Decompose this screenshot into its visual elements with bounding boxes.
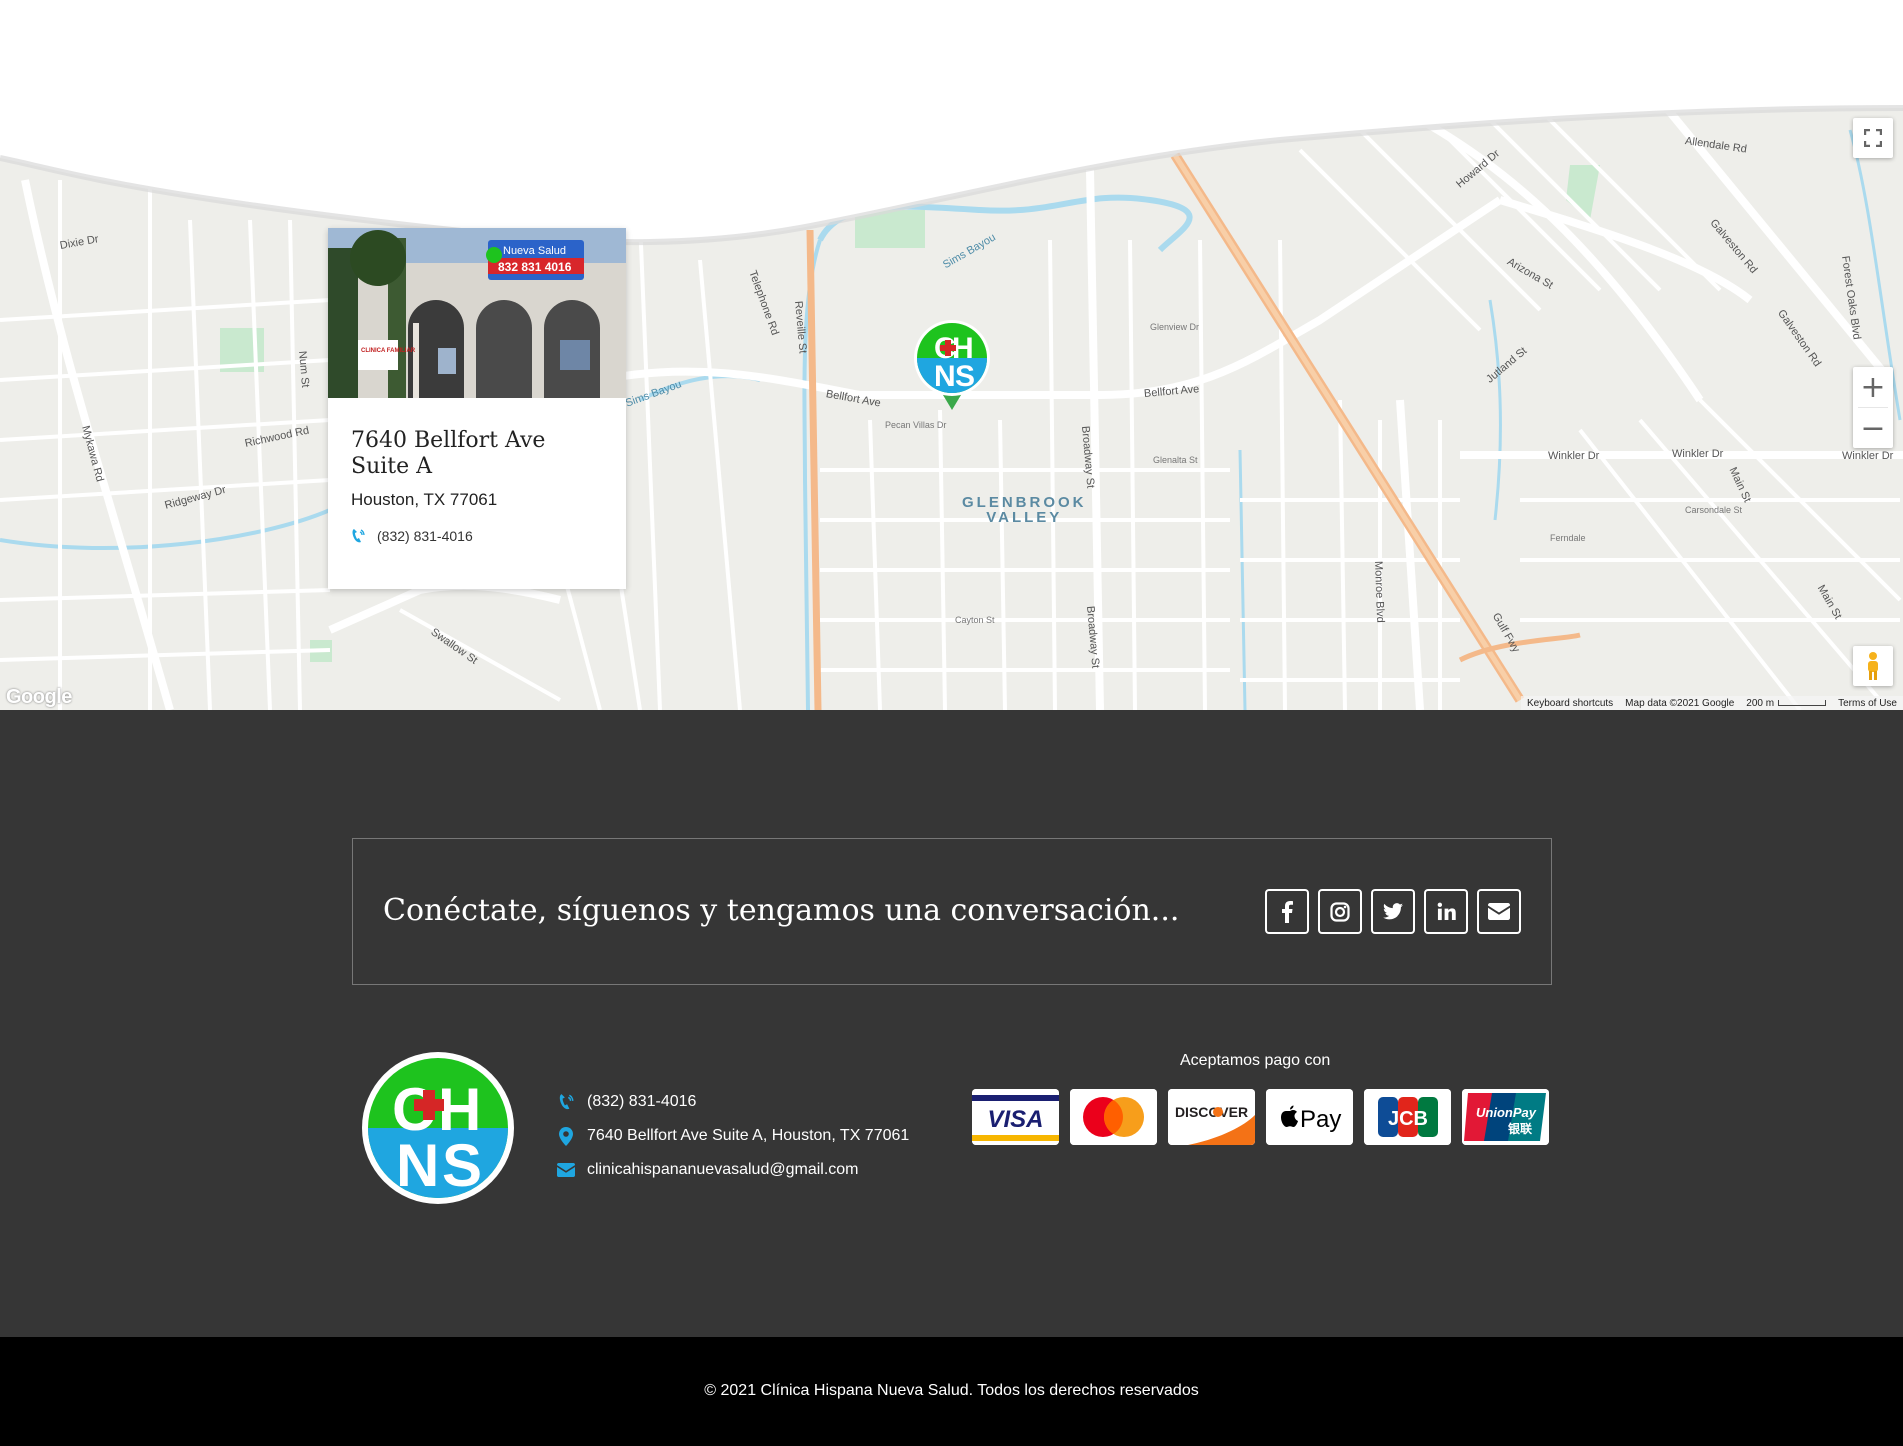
connect-heading: Conéctate, síguenos y tengamos una conve…	[383, 893, 1180, 928]
svg-text:N: N	[396, 1132, 439, 1199]
jcb-card: JCB	[1364, 1089, 1451, 1145]
svg-text:Pay: Pay	[1300, 1106, 1341, 1133]
svg-text:S: S	[955, 360, 975, 393]
mastercard-card	[1070, 1089, 1157, 1145]
clinic-logo: C H N S	[362, 1052, 514, 1204]
street-label: Pecan Villas Dr	[885, 420, 947, 430]
payment-cards: VISA DISCOVER Pay JCB UnionPay 银联	[972, 1089, 1549, 1145]
svg-text:银联: 银联	[1508, 1121, 1532, 1136]
zoom-controls: + −	[1853, 367, 1893, 448]
svg-text:S: S	[442, 1132, 482, 1199]
pegman-icon	[1868, 652, 1878, 680]
terms-link[interactable]: Terms of Use	[1838, 698, 1897, 709]
clinic-map-marker[interactable]: C H N S	[912, 318, 992, 410]
phone-icon	[352, 529, 365, 543]
map-data-text: Map data ©2021 Google	[1625, 697, 1735, 709]
street-view-pegman[interactable]	[1853, 646, 1893, 686]
svg-text:JCB: JCB	[1388, 1108, 1428, 1130]
street-label: Monroe Blvd	[1372, 560, 1387, 623]
connect-box: Conéctate, síguenos y tengamos una conve…	[352, 838, 1552, 985]
street-label: Cayton St	[955, 615, 995, 625]
map-attribution: Keyboard shortcuts Map data ©2021 Google…	[1521, 696, 1903, 710]
email-icon	[557, 1163, 575, 1177]
visa-card: VISA	[972, 1089, 1059, 1145]
instagram-button[interactable]	[1318, 889, 1362, 934]
neighborhood-label: GLENBROOK VALLEY	[962, 494, 1087, 526]
facebook-icon	[1282, 900, 1293, 923]
svg-text:UnionPay: UnionPay	[1476, 1105, 1537, 1120]
social-links	[1265, 889, 1521, 934]
map-top-wave	[0, 0, 1903, 246]
street-label: Glenview Dr	[1150, 322, 1200, 332]
contact-phone[interactable]: (832) 831-4016	[557, 1085, 909, 1119]
email-button[interactable]	[1477, 889, 1521, 934]
street-label: Winkler Dr	[1548, 450, 1600, 462]
google-logo[interactable]: Google	[6, 686, 72, 709]
clinic-photo: Nueva Salud 832 831 4016 CLINICA FAMILIA…	[328, 228, 626, 398]
info-card-address: 7640 Bellfort Ave Suite A	[351, 428, 546, 479]
payment-label: Aceptamos pago con	[1180, 1052, 1331, 1069]
location-pin-icon	[559, 1126, 573, 1146]
copyright-text: © 2021 Clínica Hispana Nueva Salud. Todo…	[704, 1382, 1199, 1399]
svg-text:CLINICA FAMILIAR: CLINICA FAMILIAR	[361, 348, 416, 354]
contact-email[interactable]: clinicahispananuevasalud@gmail.com	[557, 1153, 909, 1187]
street-label: Winkler Dr	[1672, 448, 1724, 460]
email-icon	[1488, 903, 1510, 920]
svg-text:832 831 4016: 832 831 4016	[498, 260, 572, 274]
twitter-icon	[1383, 903, 1403, 920]
zoom-in-button[interactable]: +	[1853, 367, 1893, 407]
info-card-phone[interactable]: (832) 831-4016	[351, 528, 603, 544]
linkedin-icon	[1437, 902, 1456, 921]
unionpay-card: UnionPay 银联	[1462, 1089, 1549, 1145]
contact-address[interactable]: 7640 Bellfort Ave Suite A, Houston, TX 7…	[557, 1119, 909, 1153]
footer: Conéctate, síguenos y tengamos una conve…	[0, 710, 1903, 1337]
applepay-card: Pay	[1266, 1089, 1353, 1145]
location-info-card: Nueva Salud 832 831 4016 CLINICA FAMILIA…	[328, 228, 626, 589]
linkedin-button[interactable]	[1424, 889, 1468, 934]
svg-text:N: N	[934, 360, 956, 393]
street-label: Winkler Dr	[1842, 450, 1894, 462]
phone-icon	[559, 1094, 574, 1110]
copyright-bar: © 2021 Clínica Hispana Nueva Salud. Todo…	[0, 1337, 1903, 1446]
keyboard-shortcuts-link[interactable]: Keyboard shortcuts	[1527, 698, 1613, 709]
page: Dixie Dr Mykawa Rd Telephone Rd Reveille…	[0, 0, 1903, 1446]
svg-text:Nueva Salud: Nueva Salud	[503, 245, 566, 257]
facebook-button[interactable]	[1265, 889, 1309, 934]
discover-card: DISCOVER	[1168, 1089, 1255, 1145]
street-label: Glenalta St	[1153, 455, 1198, 465]
google-map[interactable]: Dixie Dr Mykawa Rd Telephone Rd Reveille…	[0, 0, 1903, 710]
twitter-button[interactable]	[1371, 889, 1415, 934]
svg-text:VISA: VISA	[987, 1106, 1043, 1133]
svg-text:DISCOVER: DISCOVER	[1175, 1104, 1248, 1120]
contact-list: (832) 831-4016 7640 Bellfort Ave Suite A…	[557, 1085, 909, 1187]
map-scale[interactable]: 200 m	[1746, 698, 1827, 709]
zoom-out-button[interactable]: −	[1853, 408, 1893, 448]
instagram-icon	[1330, 901, 1350, 922]
street-label: Ferndale	[1550, 533, 1586, 543]
street-label: Carsondale St	[1685, 505, 1743, 515]
info-card-city: Houston, TX 77061	[351, 490, 498, 509]
fullscreen-button[interactable]	[1853, 118, 1893, 158]
fullscreen-icon	[1864, 129, 1882, 147]
